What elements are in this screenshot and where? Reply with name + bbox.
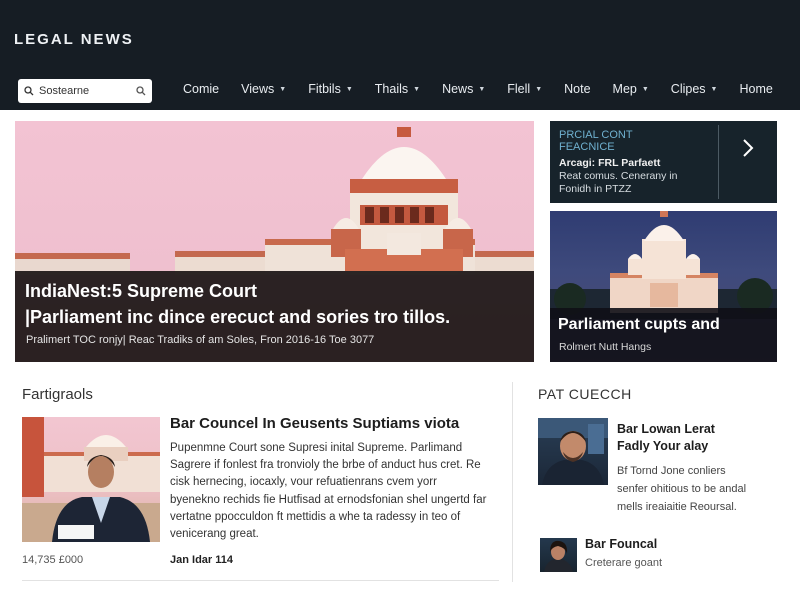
- right-item1-thumbnail[interactable]: [538, 418, 608, 485]
- article-excerpt: Pupenmne Court sone Supresi inital Supre…: [170, 442, 487, 541]
- column-divider: [512, 382, 513, 582]
- man-portrait-image: [538, 418, 608, 485]
- nav-item-label: Clipes: [670, 82, 706, 96]
- right-item1-excerpt: Bf Tornd Jone conliers senfer ohitious t…: [617, 462, 782, 516]
- nav-item-clipes[interactable]: Clipes ▼: [660, 82, 729, 96]
- right-item1-excerpt-line1: Bf Tornd Jone conliers: [617, 465, 726, 477]
- chevron-down-icon: ▼: [478, 85, 486, 93]
- right-item2-subtitle: Creterare goant: [585, 557, 663, 569]
- right-item1-headline[interactable]: Bar Lowan Lerat Fadly Your alay: [617, 421, 715, 455]
- search-box[interactable]: [18, 79, 152, 103]
- promo-description: Reat comus. Cenerany in Fonidh in PTZZ: [559, 170, 719, 196]
- hero-headline-line1[interactable]: IndiaNest:5 Supreme Court: [25, 281, 257, 302]
- site-logo[interactable]: LEGAL NEWS: [14, 31, 134, 48]
- lawyer-portrait-image: [22, 417, 160, 542]
- nav-item-fitbils[interactable]: Fitbils ▼: [297, 82, 364, 96]
- article-view-count: 14,735 £000: [22, 554, 84, 566]
- nav-item-label: Fitbils: [308, 82, 341, 96]
- right-column-title: PAT CUECCH: [538, 386, 632, 402]
- promo-description-line2: Fonidh in PTZZ: [559, 183, 632, 195]
- site-header: LEGAL NEWS Comie Views ▼ Fitbils ▼ Thails ▼…: [0, 0, 800, 110]
- nav-item-note[interactable]: Note: [553, 82, 601, 96]
- section-divider: [22, 580, 499, 581]
- right-item2-headline[interactable]: Bar Founcal: [585, 537, 657, 551]
- nav-item-flell[interactable]: Flell ▼: [496, 82, 553, 96]
- promo-heading: PRCIAL CONT FEACNICE: [559, 129, 633, 153]
- nav-item-label: News: [442, 82, 474, 96]
- hero-headline-line2[interactable]: |Parliament inc dince erecuct and sories…: [25, 307, 450, 328]
- right-item2-thumbnail[interactable]: [540, 538, 577, 572]
- search-icon: [24, 86, 34, 96]
- search-input[interactable]: [39, 85, 125, 97]
- hero-meta: Pralimert TOC ronjy| Reac Tradiks of am …: [26, 334, 375, 346]
- chevron-down-icon: ▼: [641, 85, 649, 93]
- nav-item-label: Views: [241, 82, 275, 96]
- chevron-down-icon: ▼: [535, 85, 543, 93]
- promo-heading-line1: PRCIAL CONT: [559, 129, 633, 141]
- nav-item-thails[interactable]: Thails ▼: [364, 82, 431, 96]
- promo-subheading: Arcagi: FRL Parfaett: [559, 157, 661, 169]
- hero-story[interactable]: IndiaNest:5 Supreme Court |Parliament in…: [15, 121, 534, 362]
- chevron-down-icon: ▼: [710, 85, 718, 93]
- right-item1-headline-line2: Fadly Your alay: [617, 439, 709, 453]
- nav-item-label: Note: [564, 82, 591, 96]
- nav-item-label: Comie: [183, 82, 220, 96]
- article-thumbnail[interactable]: [22, 417, 160, 542]
- nav-item-label: Mep: [612, 82, 637, 96]
- search-submit-icon[interactable]: [136, 86, 146, 96]
- nav-item-mep[interactable]: Mep ▼: [602, 82, 660, 96]
- chevron-down-icon: ▼: [413, 85, 421, 93]
- right-item1-headline-line1: Bar Lowan Lerat: [617, 422, 715, 436]
- section-title: Fartigraols: [22, 386, 93, 403]
- article-date: Jan Idar 114: [170, 554, 233, 566]
- promo-heading-line2: FEACNICE: [559, 141, 615, 153]
- nav-item-label: Thails: [374, 82, 409, 96]
- promo-description-line1: Reat comus. Cenerany in: [559, 170, 678, 182]
- side-headline[interactable]: Parliament cupts and: [558, 316, 720, 334]
- nav-item-home[interactable]: Home: [728, 82, 783, 96]
- promo-card[interactable]: PRCIAL CONT FEACNICE Arcagi: FRL Parfaet…: [550, 121, 777, 203]
- side-story[interactable]: Parliament cupts and Rolmert Nutt Hangs: [550, 211, 777, 362]
- chevron-down-icon: ▼: [279, 85, 287, 93]
- right-item1-excerpt-line2: senfer ohitious to be andal: [617, 483, 747, 495]
- promo-divider: [718, 125, 719, 199]
- nav-item-views[interactable]: Views ▼: [230, 82, 297, 96]
- side-subtitle: Rolmert Nutt Hangs: [559, 341, 652, 353]
- nav-item-news[interactable]: News ▼: [431, 82, 496, 96]
- nav-item-comie[interactable]: Comie: [172, 82, 230, 96]
- nav-item-label: Flell: [507, 82, 531, 96]
- article-headline[interactable]: Bar Councel In Geusents Suptiams viota: [170, 415, 459, 432]
- right-item1-excerpt-line3: mells ireaiaitie Reoursal.: [617, 501, 737, 513]
- chevron-right-icon[interactable]: [740, 137, 756, 159]
- woman-portrait-image: [544, 540, 573, 572]
- nav-item-label: Home: [739, 82, 773, 96]
- chevron-down-icon: ▼: [345, 85, 353, 93]
- main-nav: Comie Views ▼ Fitbils ▼ Thails ▼ News ▼ Flel…: [172, 82, 784, 96]
